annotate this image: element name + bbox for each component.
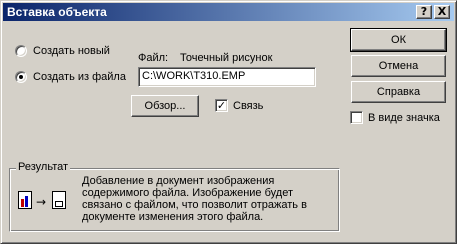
result-description: Добавление в документ изображения содерж… bbox=[82, 175, 307, 223]
result-diagram-icon: → bbox=[18, 189, 72, 215]
help-title-button[interactable]: ? bbox=[416, 5, 432, 19]
link-checkbox[interactable]: ✓ bbox=[215, 99, 228, 112]
radio-create-from-file[interactable]: Создать из файла bbox=[15, 71, 126, 83]
radio-button-create-from-file[interactable] bbox=[15, 71, 27, 83]
radio-create-new[interactable]: Создать новый bbox=[15, 45, 110, 57]
as-icon-checkbox-row[interactable]: В виде значка bbox=[350, 111, 440, 124]
as-icon-checkbox[interactable] bbox=[350, 111, 363, 124]
as-icon-label: В виде значка bbox=[368, 111, 440, 124]
close-icon: X bbox=[437, 5, 447, 18]
file-label: Файл: bbox=[138, 52, 169, 64]
link-label: Связь bbox=[233, 99, 264, 112]
window-title: Вставка объекта bbox=[7, 5, 107, 19]
linked-file-icon bbox=[52, 191, 66, 209]
create-from-file-label: Создать из файла bbox=[33, 71, 126, 83]
close-title-button[interactable]: X bbox=[434, 5, 450, 19]
create-new-label: Создать новый bbox=[33, 45, 110, 57]
result-groupbox: Результат → Добавление в документ изобра… bbox=[9, 161, 340, 232]
check-icon: ✓ bbox=[216, 99, 227, 112]
title-bar[interactable]: Вставка объекта ? X bbox=[3, 3, 454, 21]
file-path-input[interactable]: C:\WORK\T310.EMP bbox=[138, 67, 316, 87]
help-icon: ? bbox=[420, 5, 428, 18]
insert-object-dialog: Вставка объекта ? X Создать новый Создат… bbox=[0, 0, 457, 244]
arrow-icon: → bbox=[36, 195, 47, 209]
cancel-button[interactable]: Отмена bbox=[351, 55, 446, 77]
file-type-label: Точечный рисунок bbox=[180, 52, 273, 64]
radio-button-create-new[interactable] bbox=[15, 45, 27, 57]
browse-button[interactable]: Обзор... bbox=[131, 95, 199, 117]
result-title: Результат bbox=[16, 161, 71, 173]
help-button[interactable]: Справка bbox=[351, 81, 446, 103]
document-icon bbox=[18, 191, 32, 209]
link-checkbox-row[interactable]: ✓ Связь bbox=[215, 99, 263, 112]
ok-button[interactable]: ОК bbox=[350, 28, 447, 52]
